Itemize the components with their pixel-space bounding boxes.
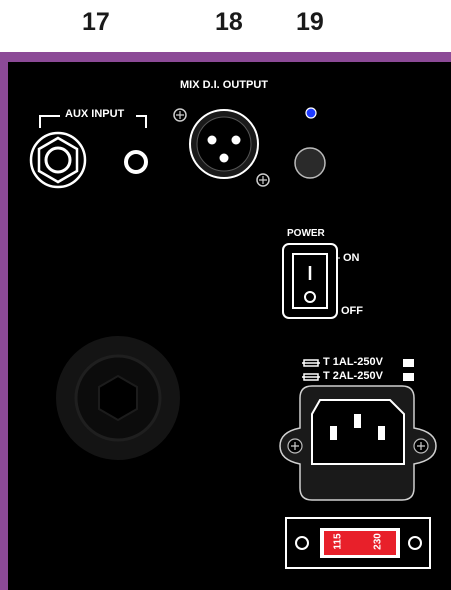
off-label: OFF (341, 305, 363, 317)
iec-power-inlet-icon[interactable] (279, 385, 437, 501)
fuse-rating-2: T 2AL-250V (323, 370, 383, 382)
mix-di-output-label: MIX D.I. OUTPUT (180, 79, 268, 91)
voltage-115-label: 115 (332, 533, 344, 550)
voltage-selector-icon[interactable] (285, 517, 431, 569)
voltage-230-label: 230 (372, 533, 384, 550)
rca-input-icon[interactable] (124, 150, 148, 174)
power-label: POWER (287, 228, 325, 239)
on-label: ON (343, 252, 360, 264)
jack-input-icon[interactable] (29, 131, 87, 189)
xlr-output-icon[interactable] (173, 108, 270, 187)
led-icon (305, 107, 317, 119)
aux-input-label: AUX INPUT (63, 108, 127, 120)
fuse-rating-1: T 1AL-250V (323, 356, 383, 368)
speakon-jack-icon[interactable] (56, 336, 180, 460)
rocker-switch-icon[interactable] (282, 243, 338, 319)
ground-lift-button-icon[interactable] (294, 147, 326, 179)
